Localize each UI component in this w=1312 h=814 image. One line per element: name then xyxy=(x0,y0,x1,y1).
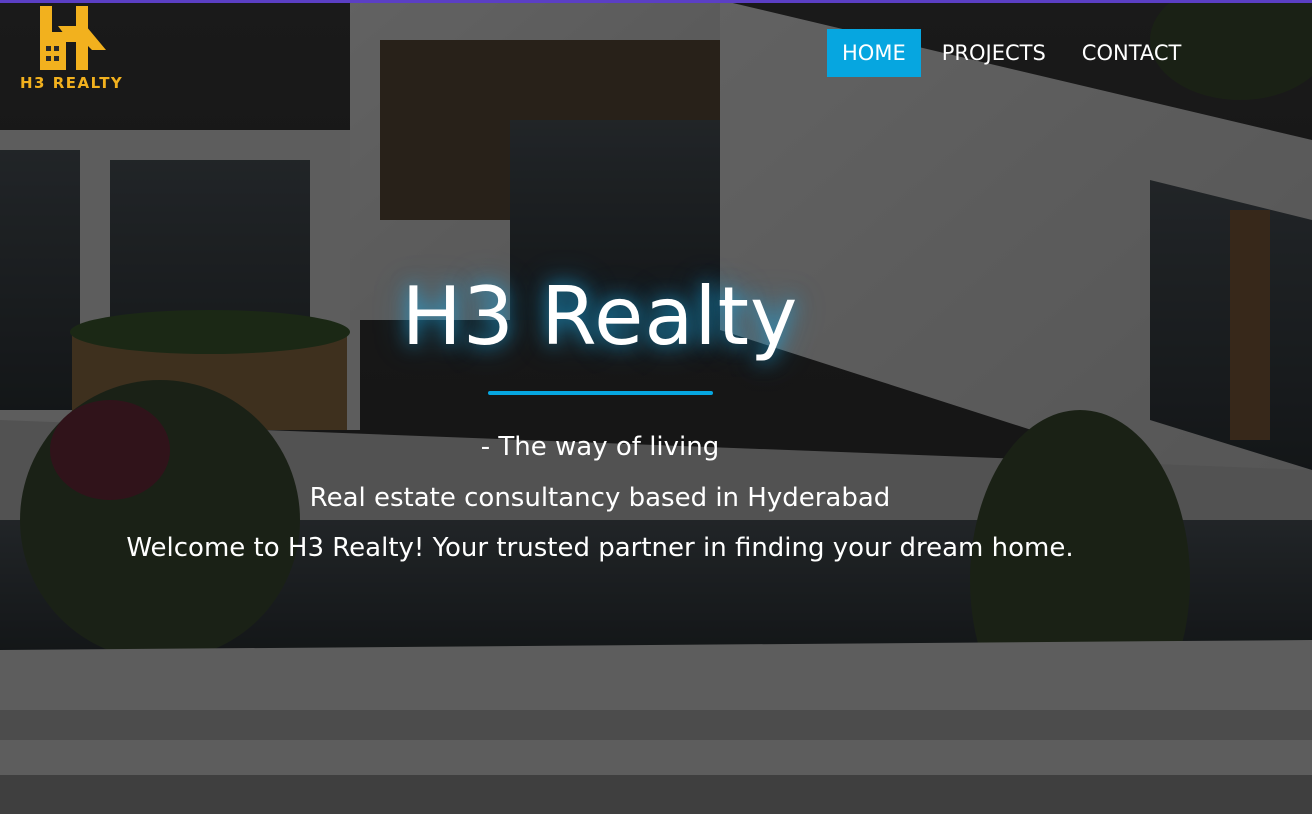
landing-page: H3 REALTY HOME PROJECTS CONTACT H3 Realt… xyxy=(0,0,1312,814)
hero-welcome-text: Welcome to H3 Realty! Your trusted partn… xyxy=(126,533,1074,563)
hero-title-divider xyxy=(488,391,713,395)
hero-tagline: - The way of living xyxy=(480,432,720,462)
hero-dark-overlay xyxy=(0,0,1312,814)
hero-title: H3 Realty xyxy=(401,270,799,363)
brand-logo-text[interactable]: H3 REALTY xyxy=(20,74,123,92)
top-accent-line xyxy=(0,0,1312,3)
nav-item-projects[interactable]: PROJECTS xyxy=(927,29,1061,77)
main-nav: HOME PROJECTS CONTACT xyxy=(827,29,1202,77)
nav-item-contact[interactable]: CONTACT xyxy=(1067,29,1197,77)
hero-subtitle: Real estate consultancy based in Hyderab… xyxy=(309,483,891,513)
nav-item-home[interactable]: HOME xyxy=(827,29,921,77)
